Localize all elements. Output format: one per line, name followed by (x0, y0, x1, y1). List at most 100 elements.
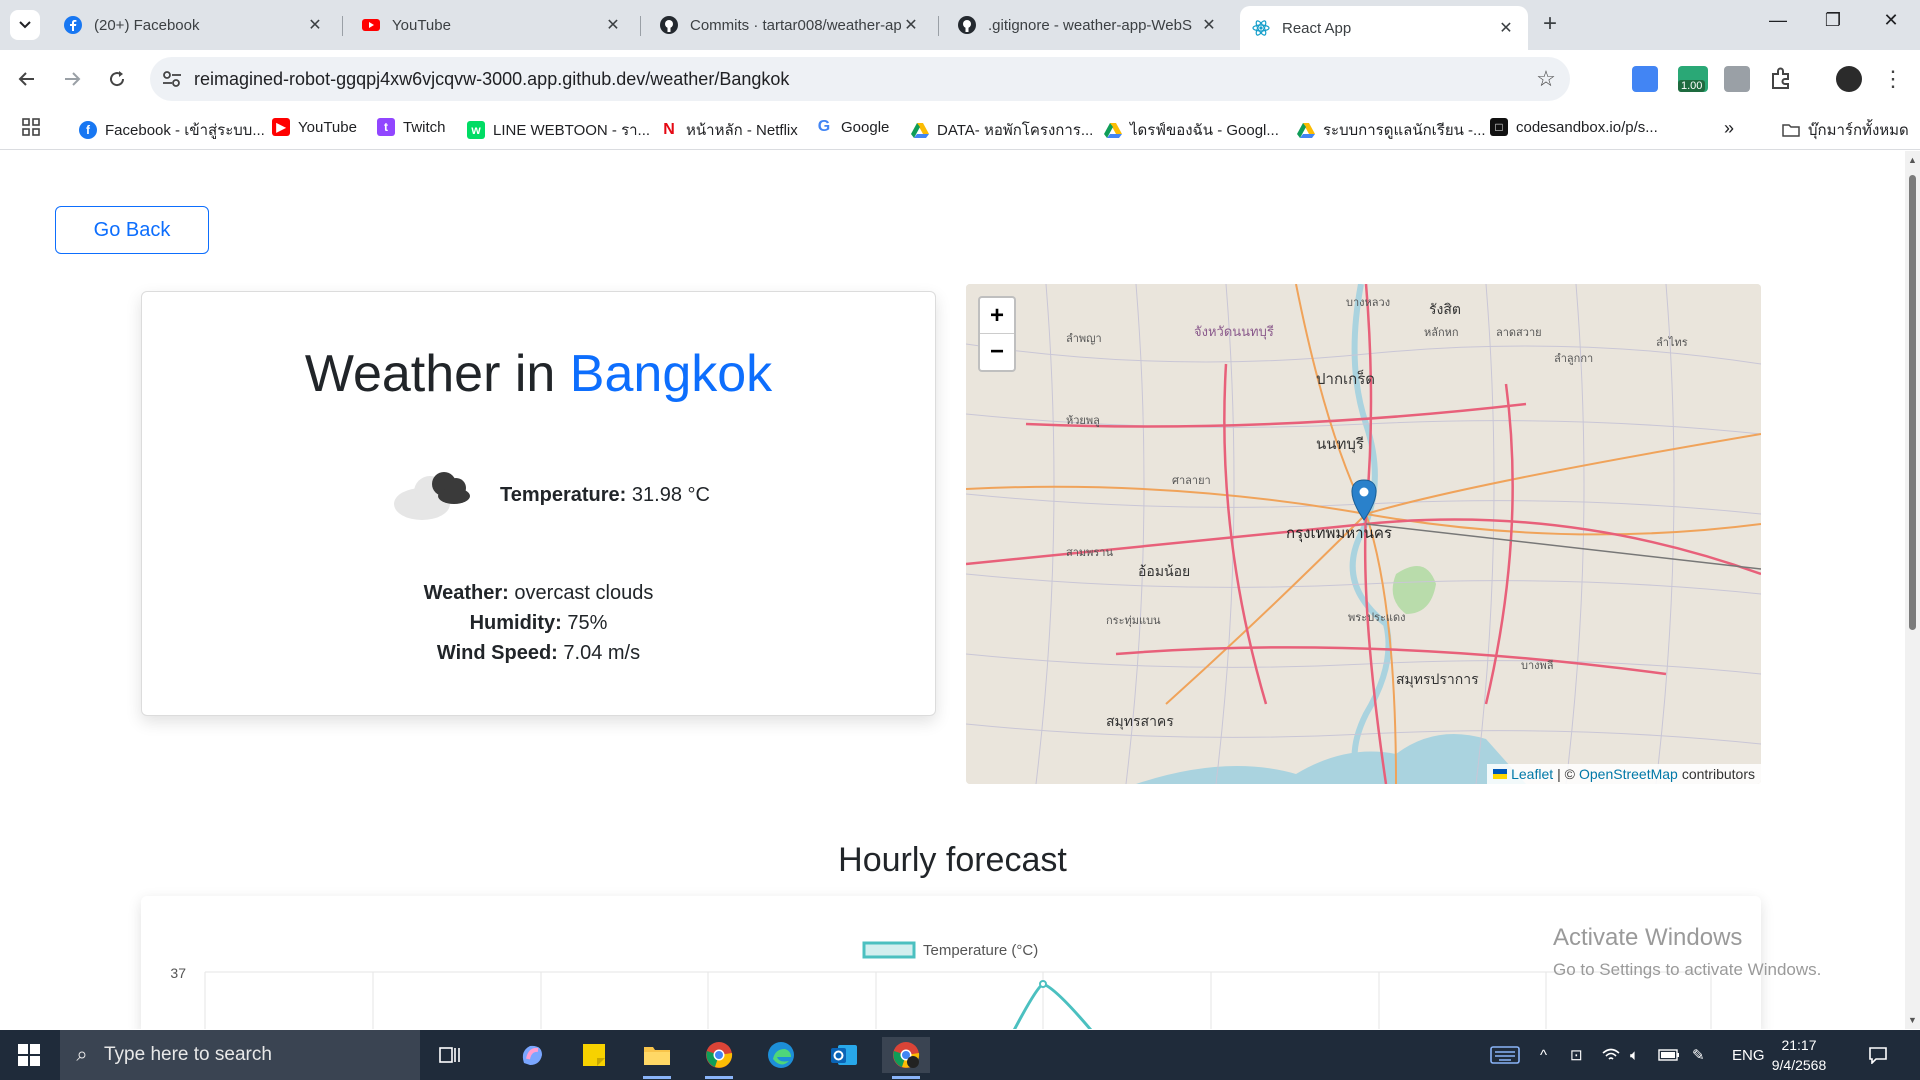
close-icon[interactable]: ✕ (901, 15, 921, 35)
temperature-chart: Temperature (°C) 37 (170, 941, 1712, 1029)
tab-search-button[interactable] (10, 10, 40, 40)
bookmark-item[interactable]: N หน้าหลัก - Netflix (660, 118, 798, 142)
close-icon[interactable]: ✕ (603, 15, 623, 35)
apps-grid-icon[interactable] (22, 118, 40, 136)
go-back-button[interactable]: Go Back (55, 206, 209, 254)
address-bar[interactable]: reimagined-robot-ggqpj4xw6vjcqvw-3000.ap… (150, 57, 1570, 101)
zoom-in-button[interactable]: + (980, 298, 1014, 334)
extensions-puzzle-icon[interactable] (1768, 66, 1794, 92)
bookmark-item[interactable]: □ codesandbox.io/p/s... (1490, 118, 1658, 136)
url-text[interactable]: reimagined-robot-ggqpj4xw6vjcqvw-3000.ap… (194, 69, 1522, 90)
notifications-icon[interactable] (1868, 1030, 1888, 1080)
bookmark-item[interactable]: ไดรฟ์ของฉัน - Googl... (1104, 118, 1279, 142)
temperature-series-line (1012, 982, 1093, 1029)
search-placeholder: Type here to search (104, 1044, 272, 1065)
pen-icon[interactable]: ✎ (1692, 1030, 1705, 1080)
chevron-up-icon[interactable]: ^ (1540, 1030, 1547, 1080)
close-icon[interactable]: ✕ (305, 15, 325, 35)
data-point[interactable] (1039, 980, 1047, 988)
chrome-profile-icon[interactable] (882, 1037, 930, 1079)
city-map[interactable]: บางหลวง รังสิต หลักหก ลาดสวาย ลำลูกกา ลำ… (966, 284, 1761, 784)
translate-extension-icon[interactable] (1632, 66, 1658, 92)
taskbar-search-box[interactable]: ⌕ Type here to search (60, 1030, 420, 1080)
reload-button[interactable] (102, 64, 132, 94)
meet-now-icon[interactable]: ⊡ (1570, 1030, 1583, 1080)
legend-label[interactable]: Temperature (°C) (923, 942, 1038, 959)
tab-divider (342, 16, 343, 36)
tab-title: Commits · tartar008/weather-ap (690, 16, 901, 34)
map-label: ลำลูกกา (1554, 353, 1593, 365)
weather-card: Weather in Bangkok Temperature: 31.98 °C… (141, 291, 936, 716)
folder-icon (1782, 124, 1800, 137)
scrollbar-thumb[interactable] (1909, 175, 1916, 630)
overcast-clouds-icon (394, 472, 470, 520)
webtoon-icon: w (467, 121, 485, 139)
profile-avatar[interactable] (1836, 66, 1862, 92)
bookmark-star-icon[interactable]: ☆ (1522, 66, 1570, 92)
all-bookmarks-folder[interactable]: บุ๊กมาร์กทั้งหมด (1782, 118, 1909, 142)
close-icon[interactable]: ✕ (1496, 18, 1516, 38)
hourly-chart-card: Temperature (°C) 37 (141, 896, 1761, 1029)
map-tiles[interactable]: บางหลวง รังสิต หลักหก ลาดสวาย ลำลูกกา ลำ… (966, 284, 1761, 784)
bookmark-item[interactable]: w LINE WEBTOON - รา... (467, 118, 650, 142)
tab-title: (20+) Facebook (94, 16, 200, 34)
copilot-icon[interactable] (508, 1037, 556, 1073)
weather-title: Weather in Bangkok (142, 344, 935, 404)
speed-extension-icon[interactable]: 1.00 (1678, 66, 1708, 92)
battery-icon[interactable] (1658, 1030, 1680, 1080)
bookmark-item[interactable]: G Google (815, 118, 889, 136)
start-button[interactable] (0, 1030, 58, 1080)
weather-row: Weather: overcast clouds (142, 582, 935, 605)
forward-button[interactable] (57, 64, 87, 94)
close-window-button[interactable]: ✕ (1868, 10, 1914, 31)
tab-youtube[interactable]: YouTube ✕ (350, 8, 635, 42)
bookmark-label: DATA- หอพักโครงการ... (937, 122, 1094, 139)
scroll-down-arrow-icon[interactable]: ▼ (1908, 1015, 1917, 1025)
more-bookmarks-icon[interactable]: » (1724, 118, 1734, 139)
minimize-button[interactable]: — (1755, 10, 1801, 31)
wifi-icon[interactable] (1602, 1030, 1620, 1080)
leaflet-link[interactable]: Leaflet (1511, 766, 1553, 782)
new-tab-button[interactable]: + (1543, 10, 1557, 38)
zoom-out-button[interactable]: − (980, 334, 1014, 370)
activate-windows-watermark: Activate Windows Go to Settings to activ… (1553, 924, 1821, 980)
tab-facebook[interactable]: (20+) Facebook ✕ (52, 8, 337, 42)
input-language[interactable]: ENG (1732, 1030, 1765, 1080)
bookmark-item[interactable]: ระบบการดูแลนักเรียน -... (1297, 118, 1486, 142)
taskbar-clock[interactable]: 21:17 9/4/2568 (1764, 1035, 1834, 1075)
site-info-icon[interactable] (150, 70, 194, 88)
bookmark-item[interactable]: ▶ YouTube (272, 118, 357, 136)
tab-github-commits[interactable]: Commits · tartar008/weather-ap ✕ (648, 8, 933, 42)
copy-extension-icon[interactable] (1724, 66, 1750, 92)
codesandbox-icon: □ (1490, 118, 1508, 136)
outlook-icon[interactable] (820, 1037, 868, 1073)
task-view-icon[interactable] (426, 1037, 474, 1073)
scroll-up-arrow-icon[interactable]: ▲ (1908, 155, 1917, 165)
osm-link[interactable]: OpenStreetMap (1579, 766, 1678, 782)
back-button[interactable] (12, 64, 42, 94)
file-explorer-icon[interactable] (633, 1037, 681, 1079)
bookmark-item[interactable]: t Twitch (377, 118, 446, 136)
keyboard-icon[interactable] (1490, 1030, 1520, 1080)
weather-label: Weather: (423, 582, 509, 604)
map-label: ห้วยพลู (1066, 415, 1100, 427)
restore-button[interactable]: ❐ (1810, 10, 1856, 31)
tab-react-app[interactable]: React App ✕ (1240, 6, 1528, 50)
sticky-notes-icon[interactable] (570, 1037, 618, 1073)
title-prefix: Weather in (304, 345, 556, 403)
page-scrollbar[interactable]: ▲ ▼ (1905, 151, 1920, 1029)
bookmark-label: ไดรฟ์ของฉัน - Googl... (1130, 122, 1279, 139)
tab-github-gitignore[interactable]: .gitignore - weather-app-WebS ✕ (946, 8, 1231, 42)
github-icon (660, 16, 678, 34)
volume-icon[interactable]: 🔈︎ (1630, 1030, 1639, 1080)
bookmark-item[interactable]: DATA- หอพักโครงการ... (911, 118, 1093, 142)
bookmarks-bar: f Facebook - เข้าสู่ระบบ... ▶ YouTube t Twi… (0, 108, 1920, 150)
close-icon[interactable]: ✕ (1199, 15, 1219, 35)
chrome-icon[interactable] (695, 1037, 743, 1079)
tab-strip: (20+) Facebook ✕ YouTube ✕ Commits · tar… (0, 0, 1920, 50)
chevron-down-icon (19, 21, 31, 29)
browser-menu-icon[interactable]: ⋮ (1880, 66, 1906, 92)
bookmark-item[interactable]: f Facebook - เข้าสู่ระบบ... (79, 118, 265, 142)
edge-icon[interactable] (757, 1037, 805, 1073)
map-label: สมุทรสาคร (1106, 713, 1174, 730)
